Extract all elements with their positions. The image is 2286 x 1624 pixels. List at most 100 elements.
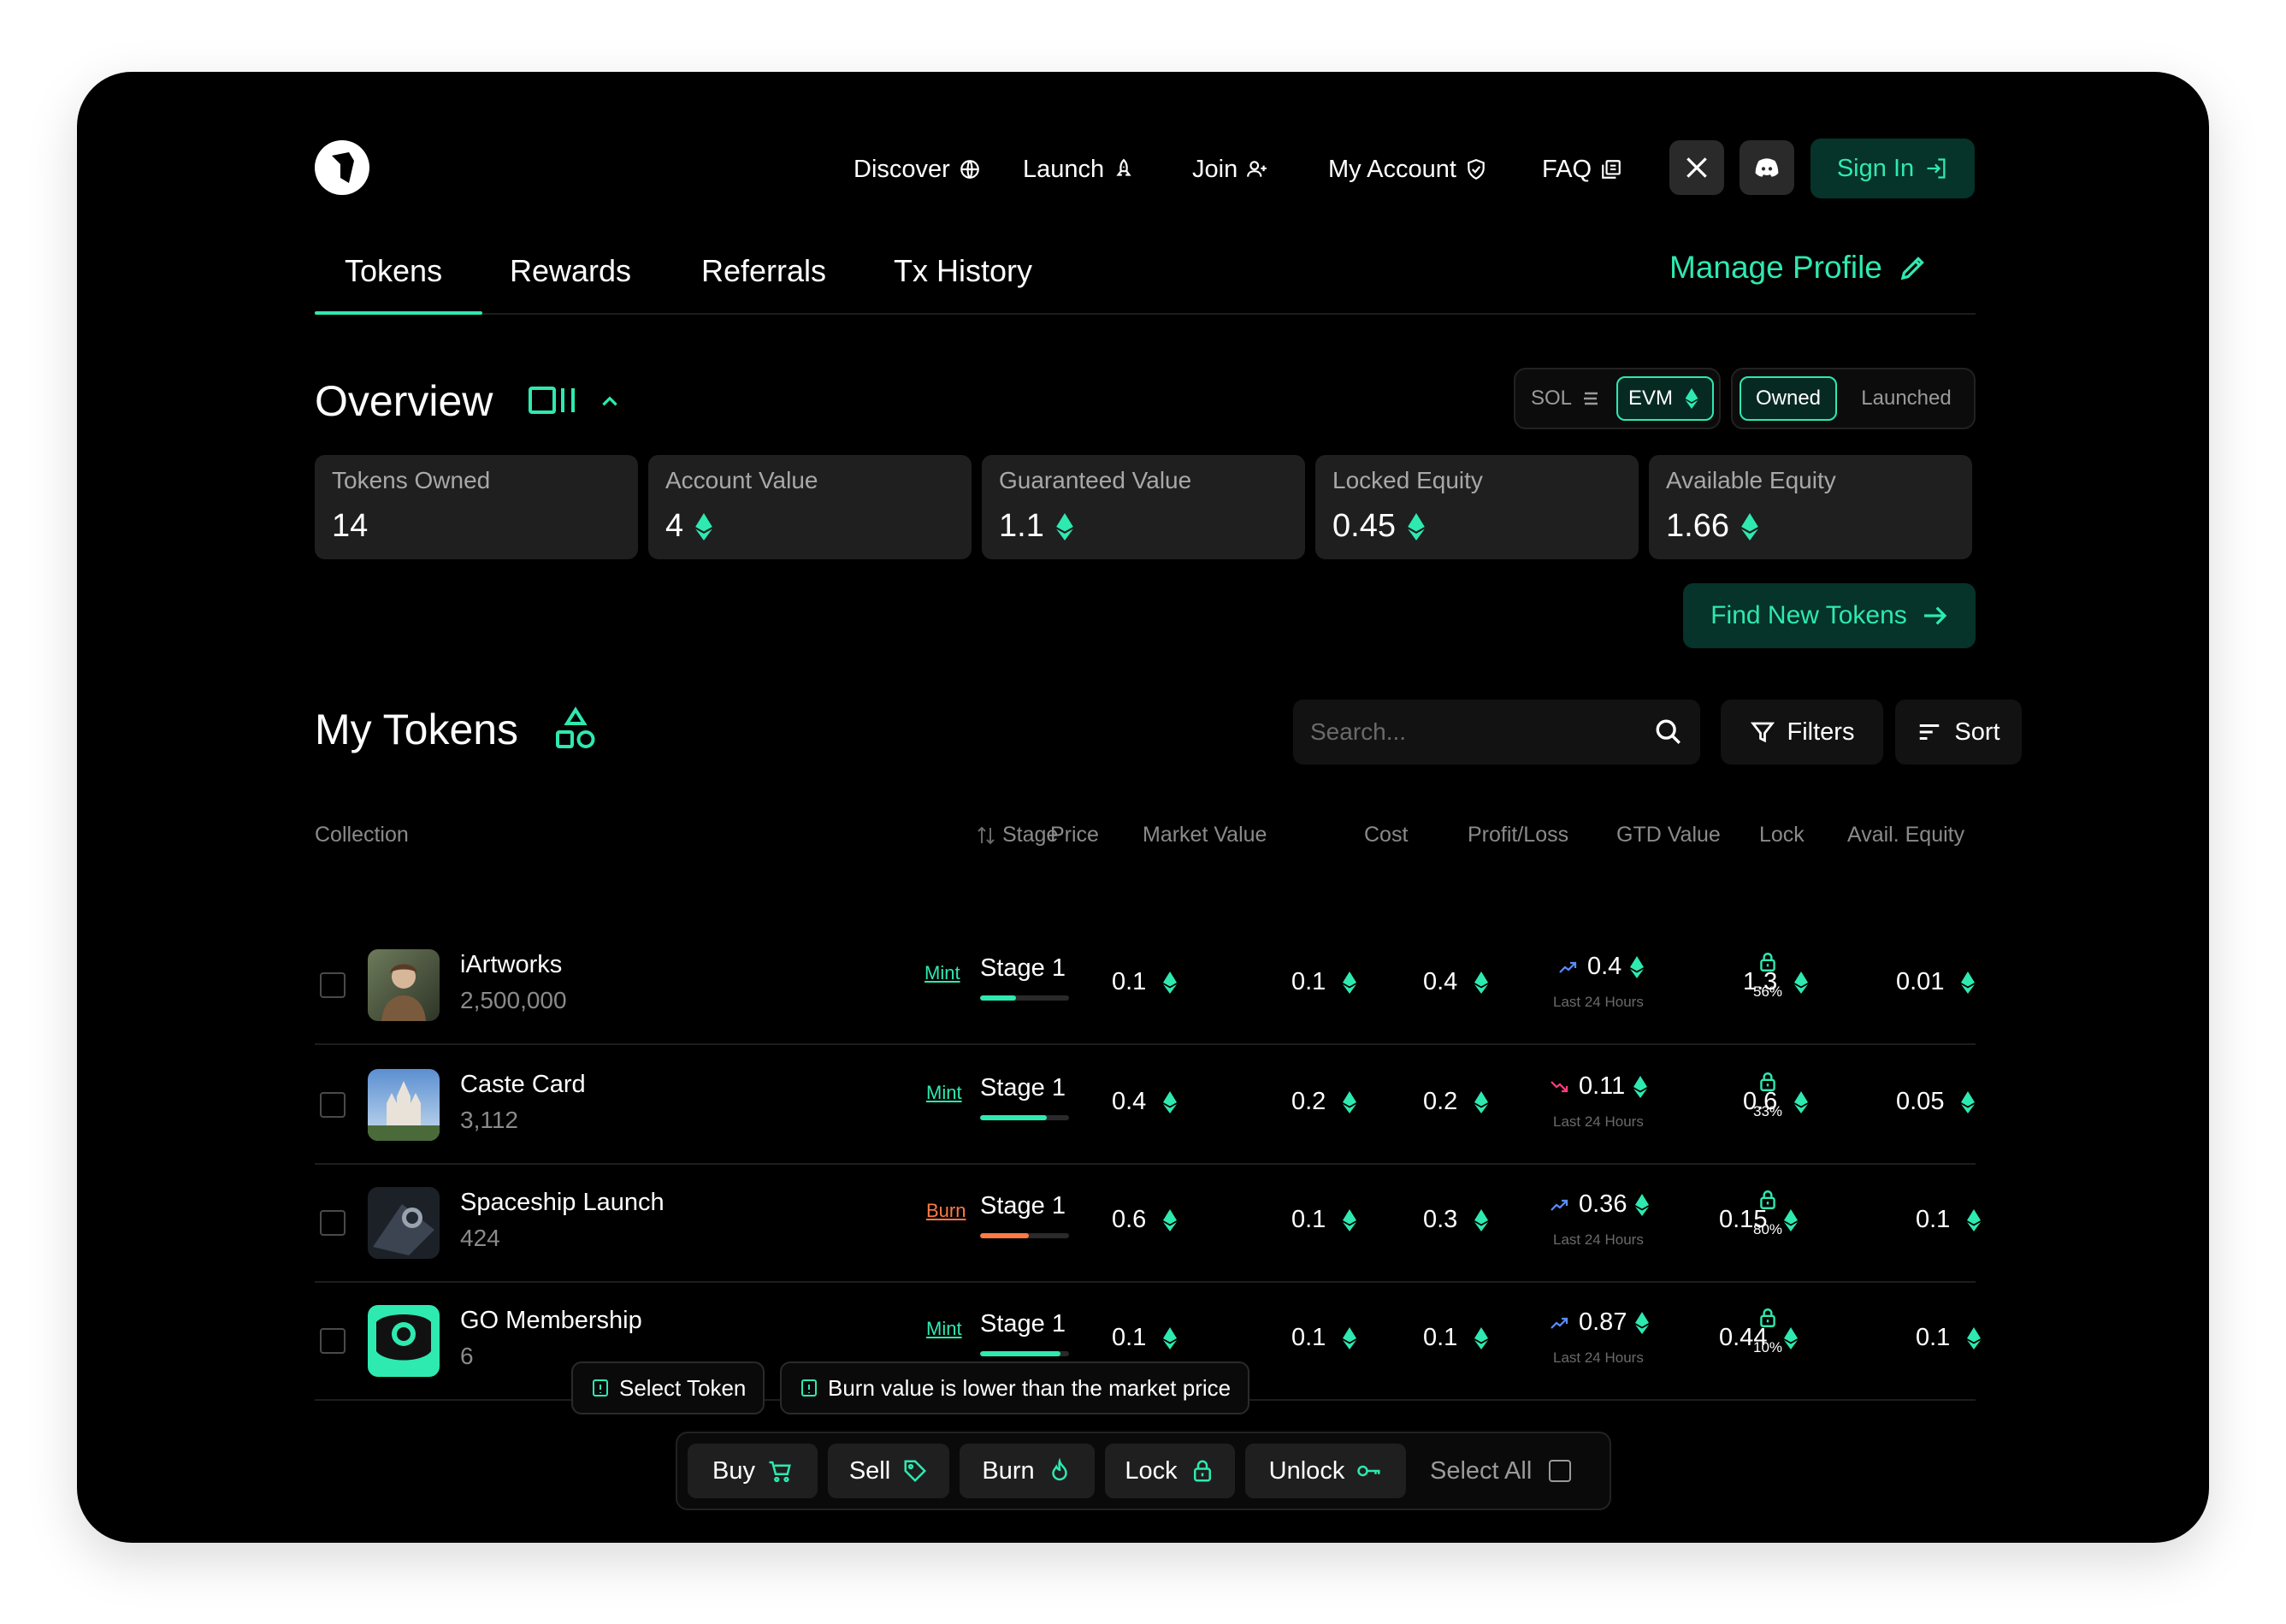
lock-icon[interactable] [1757,1071,1779,1093]
sort-arrows-icon[interactable] [977,824,995,847]
search-icon[interactable] [1654,718,1683,747]
buy-button[interactable]: Buy [688,1444,818,1498]
tab-referrals[interactable]: Referrals [701,253,826,289]
token-thumbnail-wrap [368,1305,440,1377]
stage-type-tag[interactable]: Mint [924,962,960,984]
owner-option-owned[interactable]: Owned [1740,376,1837,421]
nav-discover[interactable]: Discover [854,152,981,186]
stat-label: Locked Equity [1332,467,1483,493]
unlock-button[interactable]: Unlock [1245,1444,1406,1498]
token-name[interactable]: Caste Card [460,1071,586,1099]
tab-tokens[interactable]: Tokens [345,253,442,289]
sell-button[interactable]: Sell [828,1444,949,1498]
ethereum-icon [1794,971,1809,994]
stat-value-text: 4 [665,508,684,544]
manage-profile-label: Manage Profile [1669,250,1882,285]
market-value-cell: 0.1 [1291,1324,1357,1352]
cost-cell: 0.3 [1423,1206,1489,1234]
tab-tx-history[interactable]: Tx History [894,253,1032,289]
select-all-checkbox[interactable] [1549,1460,1572,1482]
nav-join[interactable]: Join [1192,152,1268,186]
ethereum-icon [1474,1208,1489,1231]
owner-option-launched[interactable]: Launched [1844,376,1969,421]
nav-launch[interactable]: Launch [1023,152,1135,186]
stage-type-tag[interactable]: Mint [926,1318,962,1340]
row-checkbox[interactable] [320,1328,346,1354]
chain-option-evm[interactable]: EVM [1616,376,1714,421]
profit-loss-period: Last 24 Hours [1553,1349,1644,1366]
price-value: 0.4 [1112,1088,1147,1115]
stage-progress-fill [980,1351,1060,1356]
col-collection[interactable]: Collection [315,823,409,847]
stat-value-text: 14 [332,508,369,544]
table-row[interactable]: Caste Card 3,112 Mint Stage 1 0.4 0.2 0.… [315,1045,1976,1165]
search-input[interactable] [1310,718,1654,746]
token-name[interactable]: Spaceship Launch [460,1189,665,1217]
col-profit-loss[interactable]: Profit/Loss [1468,823,1568,847]
launched-label: Launched [1861,387,1952,410]
manage-profile-link[interactable]: Manage Profile [1669,250,1929,286]
ethereum-icon [1784,1326,1799,1349]
col-avail-equity[interactable]: Avail. Equity [1847,823,1964,847]
key-icon [1357,1465,1380,1477]
sort-button[interactable]: Sort [1895,700,2022,765]
col-lock[interactable]: Lock [1759,823,1805,847]
col-market-value[interactable]: Market Value [1143,823,1267,847]
tabs-divider [315,313,1976,315]
stage-type-tag[interactable]: Burn [926,1200,966,1222]
chevron-up-icon[interactable] [599,390,621,412]
ethereum-icon [1343,1326,1357,1349]
tab-rewards[interactable]: Rewards [510,253,631,289]
nav-my-account[interactable]: My Account [1328,152,1487,186]
lock-icon[interactable] [1757,1189,1779,1211]
select-all-toggle[interactable]: Select All [1430,1444,1572,1498]
nav-faq[interactable]: FAQ [1542,152,1622,186]
bulk-action-bar: Buy Sell Burn Lock Unlock Select All [676,1432,1611,1510]
stage-progress-fill [980,995,1016,1001]
token-name[interactable]: GO Membership [460,1307,642,1335]
sign-in-button[interactable]: Sign In [1810,139,1975,198]
lock-icon [1193,1460,1211,1482]
ethereum-icon [1794,1090,1809,1113]
col-price[interactable]: Price [1050,823,1099,847]
app-logo[interactable] [315,140,369,195]
discord-button[interactable] [1740,140,1794,195]
market-value: 0.2 [1291,1088,1326,1115]
burn-button[interactable]: Burn [960,1444,1095,1498]
lock-icon[interactable] [1757,1307,1779,1329]
table-row[interactable]: iArtworks 2,500,000 Mint Stage 1 0.1 0.1… [315,925,1976,1045]
price-value: 0.1 [1112,968,1147,995]
market-value-cell: 0.1 [1291,968,1357,996]
chain-option-sol[interactable]: SOL [1522,376,1610,421]
x-button[interactable] [1669,140,1724,195]
overview-title: Overview [315,377,493,425]
filters-button[interactable]: Filters [1721,700,1883,765]
ethereum-icon [1633,1075,1648,1098]
find-new-tokens-button[interactable]: Find New Tokens [1683,583,1976,648]
tag-icon [904,1460,927,1483]
stage-type-tag[interactable]: Mint [926,1082,962,1104]
trend-up-icon [1551,1199,1568,1211]
token-name[interactable]: iArtworks [460,951,562,979]
ethereum-icon [1961,971,1976,994]
stat-value: 14 [332,508,368,545]
row-checkbox[interactable] [320,972,346,998]
ethereum-icon [1741,512,1758,540]
market-value: 0.1 [1291,968,1326,995]
price-value: 0.1 [1112,1324,1147,1351]
sign-in-label: Sign In [1836,154,1915,182]
token-thumbnail [368,949,440,1021]
row-checkbox[interactable] [320,1210,346,1236]
lock-icon[interactable] [1757,951,1779,973]
ethereum-icon [1685,388,1698,409]
row-checkbox[interactable] [320,1092,346,1118]
solana-icon [1584,392,1598,405]
col-gtd-value[interactable]: GTD Value [1616,823,1721,847]
table-row[interactable]: Spaceship Launch 424 Burn Stage 1 0.6 0.… [315,1163,1982,1283]
col-cost[interactable]: Cost [1364,823,1408,847]
lock-button[interactable]: Lock [1105,1444,1235,1498]
stage-label: Stage 1 [980,1074,1066,1101]
profit-loss-period: Last 24 Hours [1553,994,1644,1010]
owner-toggle: Owned Launched [1731,368,1976,429]
token-thumbnail [368,1305,440,1377]
